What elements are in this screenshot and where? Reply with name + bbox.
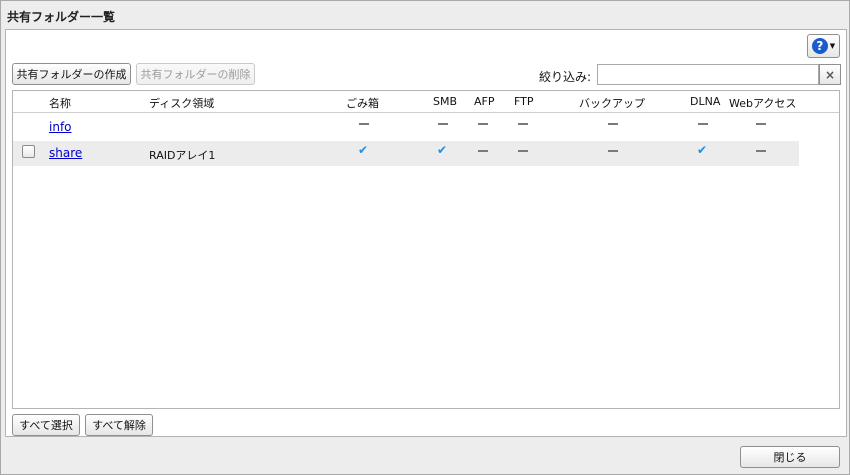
shared-folder-list-window: 共有フォルダー一覧 ? ▼ 共有フォルダーの作成 共有フォルダーの削除 絞り込み… <box>0 0 850 475</box>
header-name[interactable]: 名称 <box>49 95 71 111</box>
trash-dash <box>359 123 369 125</box>
folder-link-info[interactable]: info <box>49 120 72 134</box>
header-trash[interactable]: ごみ箱 <box>346 95 379 111</box>
close-icon: × <box>824 67 836 82</box>
ftp-dash <box>518 150 528 152</box>
shared-folder-table: 名称 ディスク領域 ごみ箱 SMB AFP FTP バックアップ DLNA We… <box>12 90 840 409</box>
create-folder-button[interactable]: 共有フォルダーの作成 <box>12 63 131 85</box>
select-all-button[interactable]: すべて選択 <box>12 414 80 436</box>
row-checkbox[interactable] <box>22 145 35 158</box>
clear-filter-button[interactable]: × <box>819 64 841 85</box>
table-header: 名称 ディスク領域 ごみ箱 SMB AFP FTP バックアップ DLNA We… <box>13 91 839 113</box>
backup-dash <box>608 150 618 152</box>
header-web[interactable]: Webアクセス <box>729 95 796 111</box>
smb-check-icon: ✔ <box>437 143 448 157</box>
table-row[interactable]: info <box>13 115 799 140</box>
filter-input[interactable] <box>597 64 819 85</box>
header-backup[interactable]: バックアップ <box>579 95 645 111</box>
main-panel: ? ▼ 共有フォルダーの作成 共有フォルダーの削除 絞り込み: × 名称 ディス… <box>5 29 847 437</box>
header-smb[interactable]: SMB <box>433 95 457 108</box>
backup-dash <box>608 123 618 125</box>
afp-dash <box>478 150 488 152</box>
question-circle-icon: ? <box>811 38 828 54</box>
filter-label: 絞り込み: <box>539 70 592 84</box>
help-button[interactable]: ? ▼ <box>807 34 840 58</box>
ftp-dash <box>518 123 528 125</box>
smb-dash <box>438 123 448 125</box>
header-disk[interactable]: ディスク領域 <box>149 95 214 111</box>
disk-area: RAIDアレイ1 <box>149 149 216 162</box>
web-dash <box>756 150 766 152</box>
table-row[interactable]: share RAIDアレイ1 ✔ ✔ ✔ <box>13 141 799 166</box>
trash-check-icon: ✔ <box>358 143 369 157</box>
header-afp[interactable]: AFP <box>474 95 495 108</box>
header-dlna[interactable]: DLNA <box>690 95 720 108</box>
header-ftp[interactable]: FTP <box>514 95 534 108</box>
dlna-dash <box>698 123 708 125</box>
web-dash <box>756 123 766 125</box>
dlna-check-icon: ✔ <box>697 143 708 157</box>
delete-folder-button[interactable]: 共有フォルダーの削除 <box>136 63 255 85</box>
window-title: 共有フォルダー一覧 <box>7 10 116 24</box>
afp-dash <box>478 123 488 125</box>
close-button[interactable]: 閉じる <box>740 446 840 468</box>
chevron-down-icon: ▼ <box>829 42 836 50</box>
folder-link-share[interactable]: share <box>49 146 82 160</box>
deselect-all-button[interactable]: すべて解除 <box>85 414 153 436</box>
